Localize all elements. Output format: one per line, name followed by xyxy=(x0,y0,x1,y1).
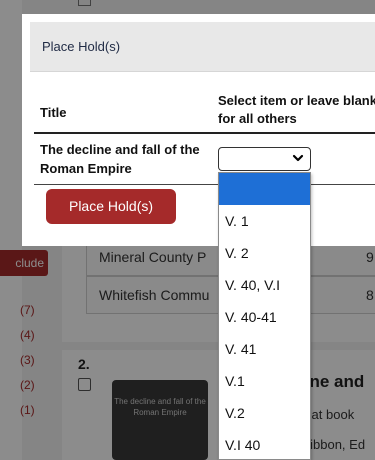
dropdown-option[interactable]: V. 41 xyxy=(219,333,310,365)
chevron-down-icon xyxy=(292,150,304,166)
dropdown-option[interactable]: V.1 xyxy=(219,365,310,397)
dialog-header: Place Hold(s) xyxy=(30,22,375,72)
item-dropdown-list: V. 1 V. 2 V. 40, V.I V. 40-41 V. 41 V.1 … xyxy=(218,172,311,460)
column-header-select: Select item or leave blank for all other… xyxy=(218,93,375,126)
dropdown-option[interactable]: V. 2 xyxy=(219,237,310,269)
place-holds-button[interactable]: Place Hold(s) xyxy=(46,189,176,224)
dropdown-option[interactable]: V. 40, V.I xyxy=(219,269,310,301)
dropdown-option[interactable]: V.I 40 xyxy=(219,429,310,459)
place-hold-dialog: Place Hold(s) Title Select item or leave… xyxy=(22,14,375,246)
book-title-cell: The decline and fall of the Roman Empire xyxy=(40,142,200,176)
dialog-title: Place Hold(s) xyxy=(42,39,121,54)
dropdown-option[interactable]: V. 40-41 xyxy=(219,301,310,333)
item-select[interactable] xyxy=(218,147,311,171)
dropdown-option[interactable] xyxy=(219,173,310,205)
dropdown-option[interactable]: V.2 xyxy=(219,397,310,429)
column-header-title: Title xyxy=(40,105,67,120)
dropdown-option[interactable]: V. 1 xyxy=(219,205,310,237)
row-divider xyxy=(34,184,375,185)
header-divider xyxy=(34,132,375,134)
